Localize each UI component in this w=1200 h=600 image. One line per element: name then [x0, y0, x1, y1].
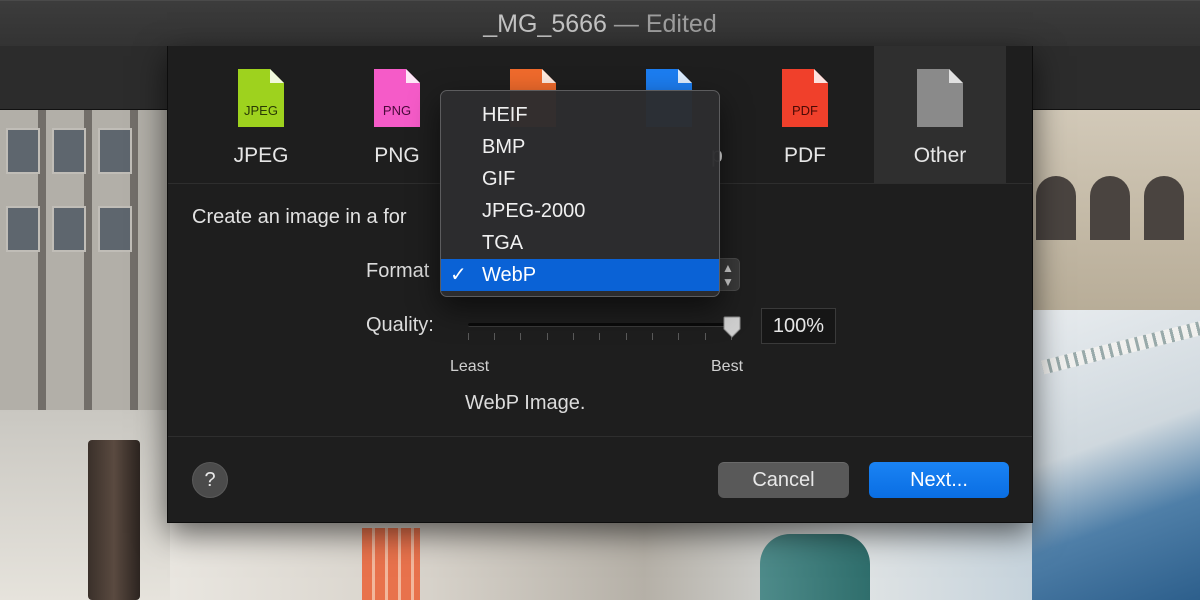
photo-post — [88, 440, 140, 600]
photo-teal-object — [760, 534, 870, 600]
menu-item-tga[interactable]: TGA — [441, 227, 719, 259]
tab-label: JPEG — [233, 144, 289, 167]
title-bar: _MG_5666 — Edited — [0, 0, 1200, 46]
menu-item-gif[interactable]: GIF — [441, 163, 719, 195]
cancel-button[interactable]: Cancel — [718, 462, 849, 498]
quality-slider[interactable] — [468, 323, 732, 327]
photo-sky — [0, 410, 170, 600]
pdf-file-icon: PDF — [782, 69, 828, 127]
menu-item-label: TGA — [482, 232, 524, 254]
format-description: WebP Image. — [465, 392, 586, 414]
window-title: _MG_5666 — Edited — [483, 10, 716, 39]
png-icon-text: PNG — [383, 103, 411, 118]
quality-label: Quality: — [366, 314, 434, 336]
quality-value-field[interactable]: 100% — [761, 308, 836, 344]
jpeg-file-icon: JPEG — [238, 69, 284, 127]
menu-item-label: GIF — [482, 168, 516, 190]
photo-orange-object — [362, 528, 420, 600]
menu-item-label: HEIF — [482, 104, 528, 126]
tab-pdf[interactable]: PDF PDF — [739, 46, 871, 183]
photo-deck — [170, 520, 1032, 600]
photo-building-left — [0, 110, 170, 410]
other-file-icon — [917, 69, 963, 127]
chevron-down-icon: ▼ — [722, 275, 734, 289]
checkmark-icon: ✓ — [450, 264, 467, 286]
pdf-icon-text: PDF — [792, 103, 818, 118]
next-button[interactable]: Next... — [869, 462, 1009, 498]
menu-item-jpeg-2000[interactable]: JPEG-2000 — [441, 195, 719, 227]
quality-slider-thumb[interactable] — [723, 316, 741, 338]
edited-indicator: — Edited — [606, 10, 717, 38]
quality-min-label: Least — [450, 358, 490, 375]
quality-slider-ticks — [468, 333, 732, 341]
jpeg-icon-text: JPEG — [244, 103, 278, 118]
footer-divider — [168, 436, 1032, 437]
help-button[interactable]: ? — [192, 462, 228, 498]
document-name: _MG_5666 — [483, 10, 607, 38]
png-file-icon: PNG — [374, 69, 420, 127]
chevron-up-icon: ▲ — [722, 261, 734, 275]
menu-item-heif[interactable]: HEIF — [441, 99, 719, 131]
quality-max-label: Best — [711, 358, 744, 375]
tab-jpeg[interactable]: JPEG JPEG — [195, 46, 327, 183]
tab-other[interactable]: Other — [874, 46, 1006, 183]
photo-building-right — [1032, 110, 1200, 310]
format-dropdown-menu: HEIF BMP GIF JPEG-2000 TGA ✓ WebP — [440, 90, 720, 297]
menu-item-label: WebP — [482, 264, 537, 286]
menu-item-bmp[interactable]: BMP — [441, 131, 719, 163]
menu-item-label: JPEG-2000 — [482, 200, 586, 222]
menu-item-label: BMP — [482, 136, 526, 158]
menu-item-webp[interactable]: ✓ WebP — [441, 259, 719, 291]
tab-label: Other — [913, 144, 967, 167]
format-instructions: Create an image in a for — [192, 206, 407, 228]
format-label: Format — [366, 260, 430, 282]
tab-label: PDF — [784, 144, 826, 167]
